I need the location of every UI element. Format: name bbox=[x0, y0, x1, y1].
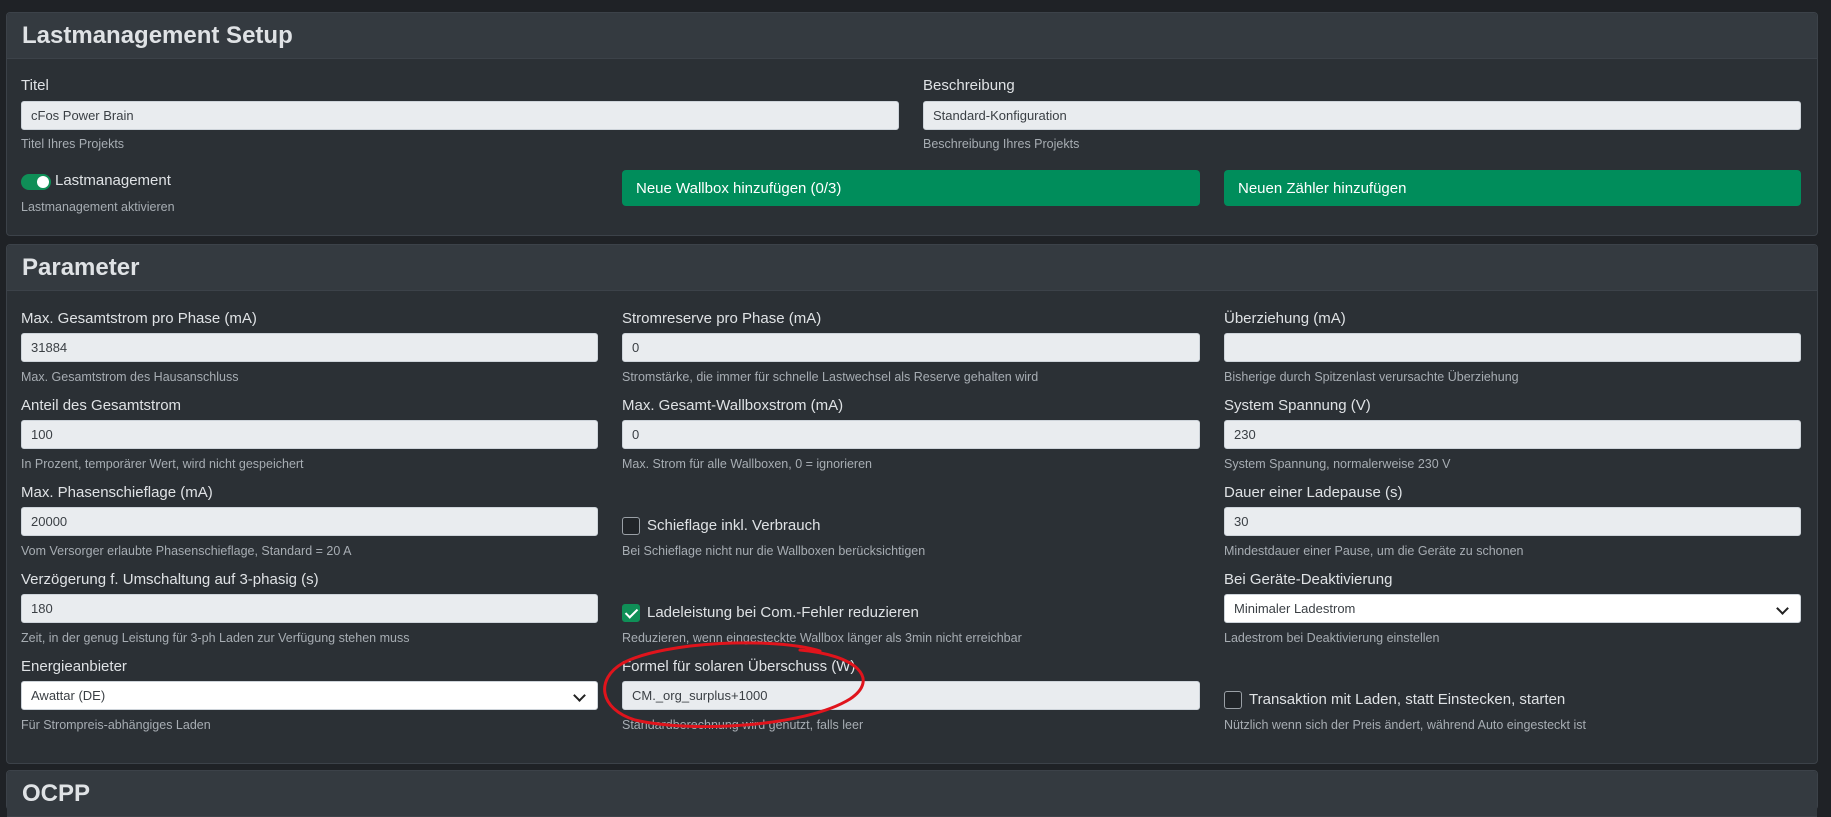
max-gesamtstrom-label: Max. Gesamtstrom pro Phase (mA) bbox=[21, 310, 257, 327]
ladeleistung-reduzieren-label: Ladeleistung bei Com.-Fehler reduzieren bbox=[647, 604, 919, 621]
system-spannung-help: System Spannung, normalerweise 230 V bbox=[1224, 457, 1451, 471]
schieflage-verbrauch-label: Schieflage inkl. Verbrauch bbox=[647, 517, 821, 534]
solar-formel-label: Formel für solaren Überschuss (W) bbox=[622, 658, 856, 675]
system-spannung-label: System Spannung (V) bbox=[1224, 397, 1371, 414]
add-wallbox-button[interactable]: Neue Wallbox hinzufügen (0/3) bbox=[622, 170, 1200, 206]
max-wallboxstrom-label: Max. Gesamt-Wallboxstrom (mA) bbox=[622, 397, 844, 414]
stromreserve-label: Stromreserve pro Phase (mA) bbox=[622, 310, 822, 327]
geraete-deaktivierung-label: Bei Geräte-Deaktivierung bbox=[1224, 571, 1393, 588]
max-wallboxstrom-help: Max. Strom für alle Wallboxen, 0 = ignor… bbox=[622, 457, 872, 471]
lastmanagement-label: Lastmanagement bbox=[55, 172, 171, 189]
ueberziehung-input[interactable] bbox=[1224, 333, 1801, 362]
ladepause-label: Dauer einer Ladepause (s) bbox=[1224, 484, 1403, 501]
beschreibung-help: Beschreibung Ihres Projekts bbox=[923, 137, 1080, 151]
beschreibung-input[interactable]: Standard-Konfiguration bbox=[923, 101, 1801, 130]
ladeleistung-reduzieren-checkbox[interactable] bbox=[622, 604, 640, 622]
titel-label: Titel bbox=[21, 77, 49, 94]
max-wallboxstrom-input[interactable]: 0 bbox=[622, 420, 1200, 449]
schieflage-verbrauch-checkbox[interactable] bbox=[622, 517, 640, 535]
energieanbieter-help: Für Strompreis-abhängiges Laden bbox=[21, 718, 211, 732]
ladepause-help: Mindestdauer einer Pause, um die Geräte … bbox=[1224, 544, 1524, 558]
anteil-help: In Prozent, temporärer Wert, wird nicht … bbox=[21, 457, 304, 471]
schieflage-verbrauch-help: Bei Schieflage nicht nur die Wallboxen b… bbox=[622, 544, 926, 558]
geraete-deaktivierung-select[interactable]: Minimaler Ladestrom bbox=[1224, 594, 1801, 623]
lastmanagement-toggle[interactable] bbox=[21, 174, 51, 190]
transaktion-help: Nützlich wenn sich der Preis ändert, wäh… bbox=[1224, 718, 1586, 732]
ocpp-card-title: OCPP bbox=[7, 771, 1817, 817]
energieanbieter-select[interactable]: Awattar (DE) bbox=[21, 681, 598, 710]
max-gesamtstrom-help: Max. Gesamtstrom des Hausanschluss bbox=[21, 370, 239, 384]
transaktion-checkbox[interactable] bbox=[1224, 691, 1242, 709]
titel-help: Titel Ihres Projekts bbox=[21, 137, 125, 151]
max-gesamtstrom-input[interactable]: 31884 bbox=[21, 333, 598, 362]
anteil-input[interactable]: 100 bbox=[21, 420, 598, 449]
beschreibung-label: Beschreibung bbox=[923, 77, 1015, 94]
ueberziehung-help: Bisherige durch Spitzenlast verursachte … bbox=[1224, 370, 1519, 384]
transaktion-label: Transaktion mit Laden, statt Einstecken,… bbox=[1249, 691, 1566, 708]
anteil-label: Anteil des Gesamtstrom bbox=[21, 397, 182, 414]
setup-card-title: Lastmanagement Setup bbox=[7, 13, 1817, 59]
phasenschieflage-help: Vom Versorger erlaubte Phasenschieflage,… bbox=[21, 544, 352, 558]
solar-formel-help: Standardberechnung wird genutzt, falls l… bbox=[622, 718, 864, 732]
ueberziehung-label: Überziehung (mA) bbox=[1224, 310, 1346, 327]
system-spannung-input[interactable]: 230 bbox=[1224, 420, 1801, 449]
add-meter-button[interactable]: Neuen Zähler hinzufügen bbox=[1224, 170, 1801, 206]
verzoegerung-label: Verzögerung f. Umschaltung auf 3-phasig … bbox=[21, 571, 319, 588]
ocpp-card: OCPP bbox=[6, 770, 1818, 817]
phasenschieflage-input[interactable]: 20000 bbox=[21, 507, 598, 536]
lastmanagement-help: Lastmanagement aktivieren bbox=[21, 200, 175, 214]
ladeleistung-reduzieren-help: Reduzieren, wenn eingesteckte Wallbox lä… bbox=[622, 631, 1022, 645]
solar-formel-input[interactable]: CM._org_surplus+1000 bbox=[622, 681, 1200, 710]
verzoegerung-help: Zeit, in der genug Leistung für 3-ph Lad… bbox=[21, 631, 410, 645]
parameter-card-title: Parameter bbox=[7, 245, 1817, 291]
phasenschieflage-label: Max. Phasenschieflage (mA) bbox=[21, 484, 213, 501]
ladepause-input[interactable]: 30 bbox=[1224, 507, 1801, 536]
stromreserve-help: Stromstärke, die immer für schnelle Last… bbox=[622, 370, 1039, 384]
verzoegerung-input[interactable]: 180 bbox=[21, 594, 598, 623]
energieanbieter-label: Energieanbieter bbox=[21, 658, 127, 675]
stromreserve-input[interactable]: 0 bbox=[622, 333, 1200, 362]
titel-input[interactable]: cFos Power Brain bbox=[21, 101, 899, 130]
geraete-deaktivierung-help: Ladestrom bei Deaktivierung einstellen bbox=[1224, 631, 1440, 645]
